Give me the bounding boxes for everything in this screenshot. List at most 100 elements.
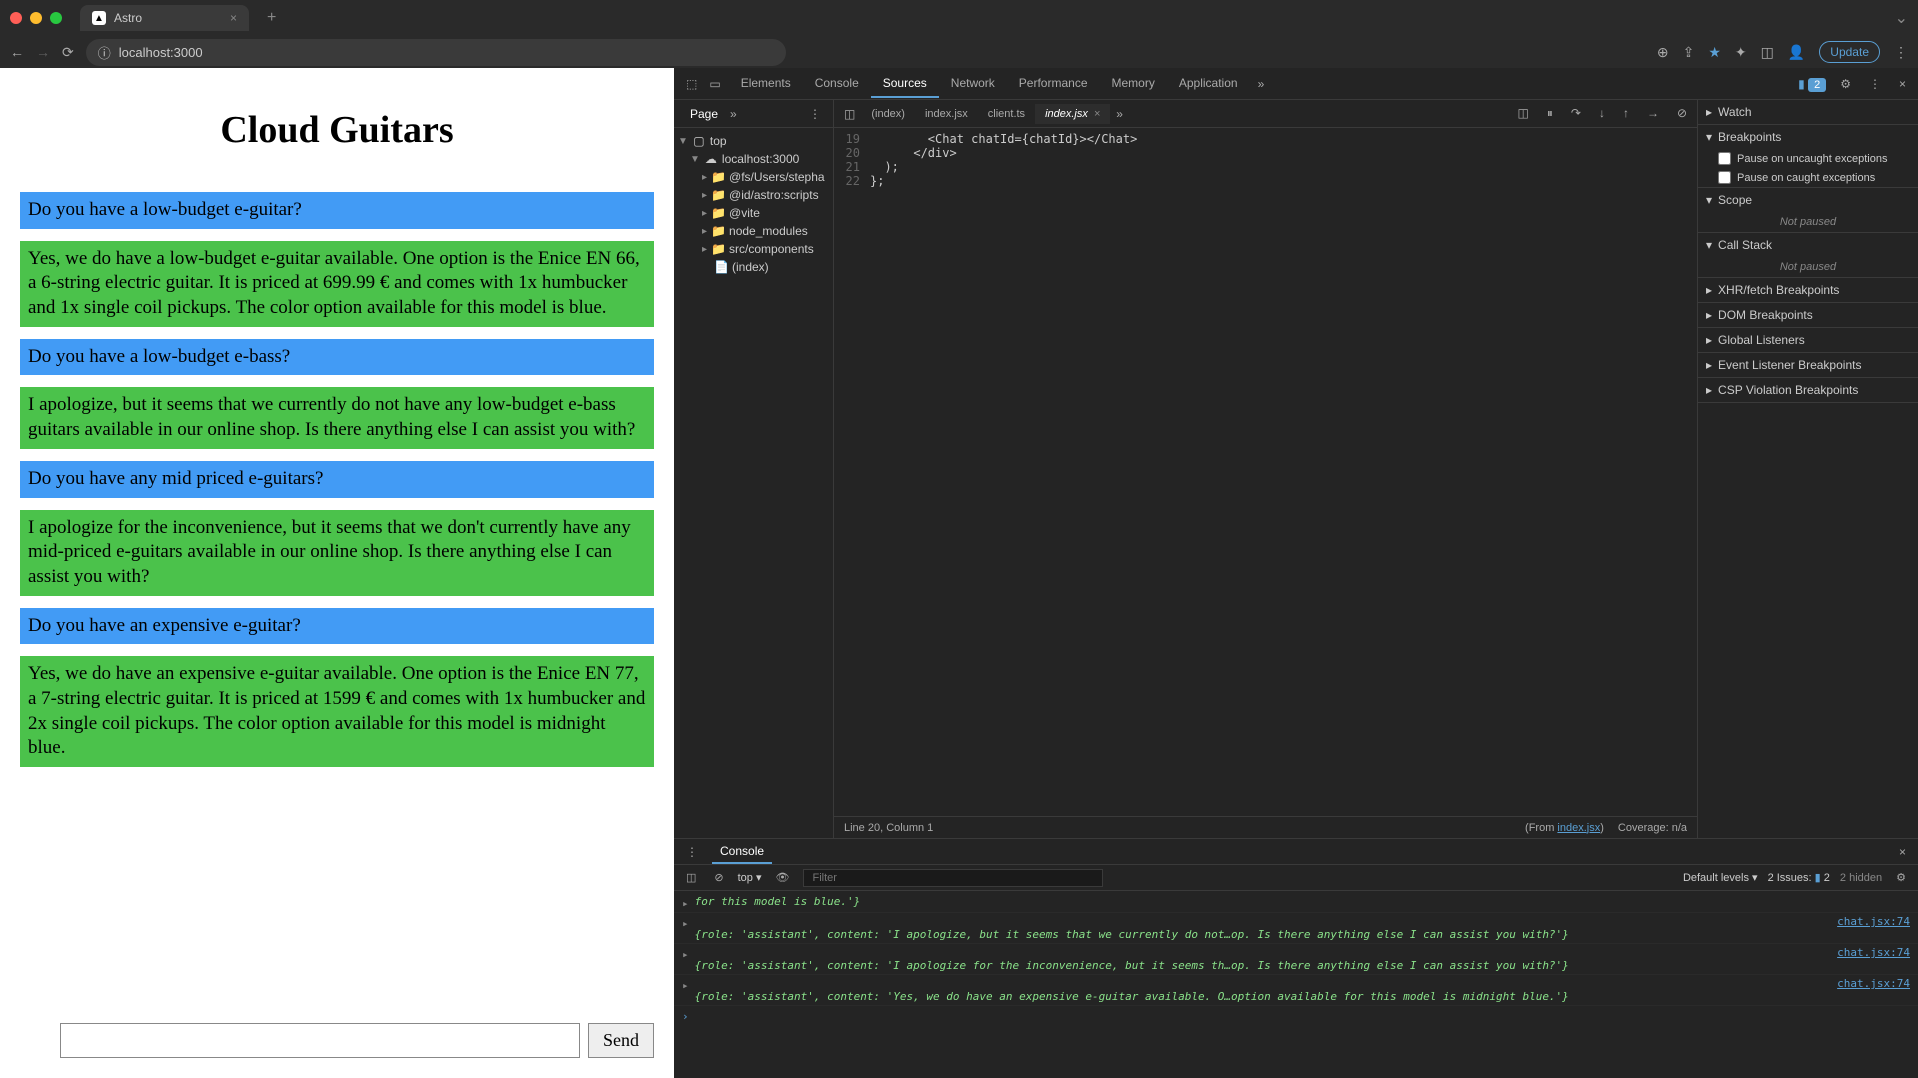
forward-button[interactable]: → <box>36 44 50 60</box>
code-editor[interactable]: 19 <Chat chatId={chatId}></Chat>20 </div… <box>834 128 1697 816</box>
watch-section[interactable]: ▸Watch <box>1698 100 1918 124</box>
sidepanel-icon[interactable]: ◫ <box>1761 44 1774 61</box>
new-tab-button[interactable]: + <box>267 9 276 27</box>
tree-file[interactable]: 📄(index) <box>678 258 829 276</box>
devtools-tab-network[interactable]: Network <box>939 70 1007 98</box>
page-subtab[interactable]: Page <box>682 103 726 125</box>
step-out-icon[interactable]: ↑ <box>1619 102 1633 125</box>
console-prompt[interactable]: › <box>674 1006 1918 1027</box>
uncaught-checkbox[interactable]: Pause on uncaught exceptions <box>1698 149 1918 168</box>
kebab-icon[interactable]: ⋮ <box>1865 73 1885 95</box>
back-button[interactable]: ← <box>10 44 24 60</box>
devtools-tab-console[interactable]: Console <box>803 70 871 98</box>
global-section[interactable]: ▸Global Listeners <box>1698 328 1918 352</box>
editor-tab[interactable]: client.ts <box>978 104 1035 124</box>
tree-folder[interactable]: ▸📁node_modules <box>678 222 829 240</box>
levels-selector[interactable]: Default levels ▾ <box>1683 871 1758 884</box>
profile-icon[interactable]: 👤 <box>1788 44 1805 61</box>
devtools-tab-performance[interactable]: Performance <box>1007 70 1100 98</box>
url-text: localhost:3000 <box>119 45 203 60</box>
console-log-entry[interactable]: ▸chat.jsx:74{role: 'assistant', content:… <box>674 944 1918 975</box>
close-devtools-icon[interactable]: × <box>1895 73 1910 95</box>
close-drawer-icon[interactable]: × <box>1895 841 1910 863</box>
coverage-status: Coverage: n/a <box>1618 822 1687 834</box>
console-log-entry[interactable]: ▸for this model is blue.'} <box>674 893 1918 913</box>
device-icon[interactable]: ▭ <box>705 73 724 95</box>
kebab-icon[interactable]: ⋮ <box>682 841 702 863</box>
more-editor-tabs-icon[interactable]: » <box>1112 103 1127 125</box>
devtools-tabs: ⬚ ▭ ElementsConsoleSourcesNetworkPerform… <box>674 68 1918 100</box>
navbar: ← → ⟳ ⓘ localhost:3000 ⊕ ⇪ ★ ✦ ◫ 👤 Updat… <box>0 36 1918 68</box>
share-icon[interactable]: ⇪ <box>1683 44 1695 61</box>
console-filter-input[interactable] <box>803 869 1103 887</box>
hidden-count: 2 hidden <box>1840 872 1882 884</box>
info-icon: ⓘ <box>98 43 111 62</box>
step-icon[interactable]: → <box>1643 102 1663 125</box>
step-into-icon[interactable]: ↓ <box>1595 102 1609 125</box>
more-subtabs-icon[interactable]: » <box>726 103 741 125</box>
kebab-icon[interactable]: ⋮ <box>805 103 825 125</box>
code-line: 19 <Chat chatId={chatId}></Chat> <box>834 132 1697 146</box>
inspect-icon[interactable]: ⬚ <box>682 73 701 95</box>
settings-icon[interactable]: ⚙ <box>1836 73 1855 95</box>
xhr-section[interactable]: ▸XHR/fetch Breakpoints <box>1698 278 1918 302</box>
issues-link[interactable]: 2 Issues: ▮ 2 <box>1768 871 1830 884</box>
send-button[interactable]: Send <box>588 1023 654 1058</box>
search-icon[interactable]: ⊕ <box>1657 44 1669 61</box>
menu-icon[interactable]: ⋮ <box>1894 44 1908 61</box>
console-settings-icon[interactable]: ⚙ <box>1892 867 1910 888</box>
nav-icon[interactable]: ◫ <box>840 103 859 125</box>
issues-indicator[interactable]: ▮ 2 <box>1798 77 1826 91</box>
pause-icon[interactable]: ⏸ <box>1543 102 1557 125</box>
url-bar[interactable]: ⓘ localhost:3000 <box>86 39 786 66</box>
scope-section[interactable]: ▾Scope <box>1698 188 1918 212</box>
navbar-right: ⊕ ⇪ ★ ✦ ◫ 👤 Update ⋮ <box>1657 41 1908 63</box>
tree-folder[interactable]: ▸📁src/components <box>678 240 829 258</box>
editor-tabs: ◫ (index)index.jsxclient.tsindex.jsx× » … <box>834 100 1697 128</box>
sidebar-icon[interactable]: ◫ <box>682 867 700 888</box>
devtools-tab-application[interactable]: Application <box>1167 70 1250 98</box>
maximize-window-icon[interactable] <box>50 12 62 24</box>
update-button[interactable]: Update <box>1819 41 1880 63</box>
event-section[interactable]: ▸Event Listener Breakpoints <box>1698 353 1918 377</box>
console-tab[interactable]: Console <box>712 840 772 864</box>
chevron-down-icon[interactable]: ⌄ <box>1895 8 1908 28</box>
editor-tab[interactable]: (index) <box>861 104 915 124</box>
dom-bp-section[interactable]: ▸DOM Breakpoints <box>1698 303 1918 327</box>
live-expr-icon[interactable]: 👁 <box>772 867 794 888</box>
cursor-position: Line 20, Column 1 <box>844 822 933 834</box>
tree-folder[interactable]: ▸📁@fs/Users/stepha <box>678 168 829 186</box>
caught-checkbox[interactable]: Pause on caught exceptions <box>1698 168 1918 187</box>
editor-tab[interactable]: index.jsx× <box>1035 104 1110 124</box>
tree-host[interactable]: ▼☁localhost:3000 <box>678 150 829 168</box>
tree-folder[interactable]: ▸📁@vite <box>678 204 829 222</box>
tree-top[interactable]: ▼▢top <box>678 132 829 150</box>
devtools-tab-memory[interactable]: Memory <box>1100 70 1167 98</box>
chat-message-assistant: I apologize, but it seems that we curren… <box>20 387 654 448</box>
more-tabs-icon[interactable]: » <box>1254 73 1269 95</box>
chat-input[interactable] <box>60 1023 580 1058</box>
step-over-icon[interactable]: ↷ <box>1567 102 1585 125</box>
tree-folder[interactable]: ▸📁@id/astro:scripts <box>678 186 829 204</box>
devtools-body: Page » ⋮ ▼▢top ▼☁localhost:3000 ▸📁@fs/Us… <box>674 100 1918 838</box>
deactivate-bp-icon[interactable]: ⊘ <box>1673 102 1691 125</box>
devtools-tab-elements[interactable]: Elements <box>729 70 803 98</box>
callstack-section[interactable]: ▾Call Stack <box>1698 233 1918 257</box>
console-log-entry[interactable]: ▸chat.jsx:74{role: 'assistant', content:… <box>674 975 1918 1006</box>
breakpoints-section[interactable]: ▾Breakpoints <box>1698 125 1918 149</box>
browser-tab[interactable]: ▲ Astro × <box>80 5 249 31</box>
csp-section[interactable]: ▸CSP Violation Breakpoints <box>1698 378 1918 402</box>
context-selector[interactable]: top ▾ <box>738 871 762 884</box>
sidebar-toggle-icon[interactable]: ◫ <box>1514 102 1533 125</box>
close-tab-icon[interactable]: × <box>230 11 237 25</box>
clear-console-icon[interactable]: ⊘ <box>710 867 727 888</box>
sources-sidebar: Page » ⋮ ▼▢top ▼☁localhost:3000 ▸📁@fs/Us… <box>674 100 834 838</box>
console-log-entry[interactable]: ▸chat.jsx:74{role: 'assistant', content:… <box>674 913 1918 944</box>
extensions-icon[interactable]: ✦ <box>1735 44 1747 61</box>
reload-button[interactable]: ⟳ <box>62 44 74 61</box>
close-window-icon[interactable] <box>10 12 22 24</box>
bookmark-icon[interactable]: ★ <box>1708 44 1721 61</box>
devtools-tab-sources[interactable]: Sources <box>871 70 939 98</box>
editor-tab[interactable]: index.jsx <box>915 104 978 124</box>
minimize-window-icon[interactable] <box>30 12 42 24</box>
